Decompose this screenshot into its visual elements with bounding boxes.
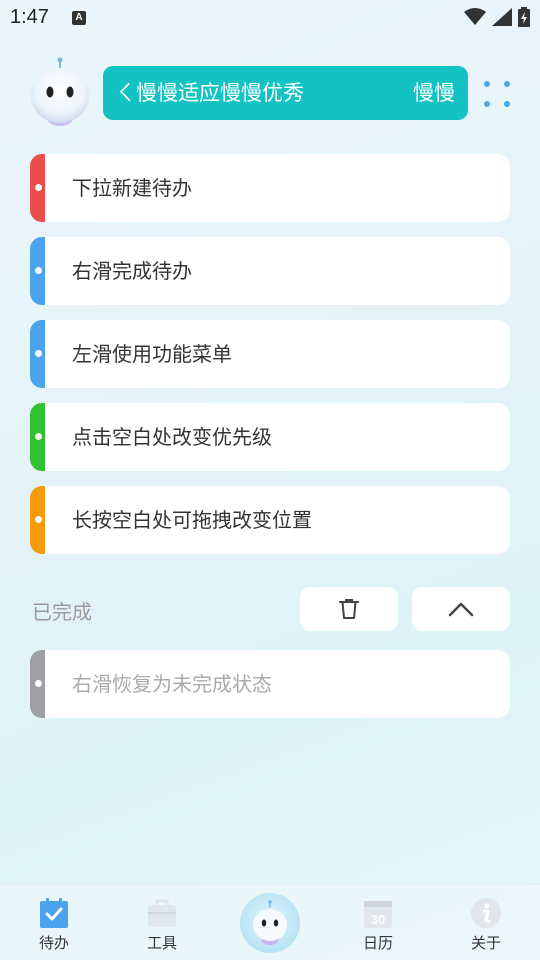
priority-dot [35,350,42,357]
nav-item-todo[interactable]: 待办 [14,885,94,960]
todo-item[interactable]: 右滑完成待办 [30,237,510,305]
collapse-completed-button[interactable] [412,587,510,631]
nav-label: 待办 [38,934,69,952]
todo-text: 长按空白处可拖拽改变位置 [72,508,312,532]
nav-item-calendar[interactable]: 30 日历 [338,885,418,960]
priority-dot [35,680,42,687]
todo-check-icon [40,898,68,928]
todo-text: 下拉新建待办 [72,176,192,200]
priority-dot [35,267,42,274]
calendar-day-text: 30 [371,912,385,927]
todo-item[interactable]: 左滑使用功能菜单 [30,320,510,388]
completed-label: 已完成 [32,600,92,624]
priority-dot [35,433,42,440]
completed-text: 右滑恢复为未完成状态 [72,672,272,696]
nav-item-about[interactable]: 关于 [446,885,526,960]
todo-text: 左滑使用功能菜单 [72,342,232,366]
status-icons [464,7,530,27]
clear-completed-button[interactable] [300,587,398,631]
banner-text: ㄑ慢慢适应慢慢优秀 [115,81,304,105]
wifi-icon [464,8,486,25]
robot-mascot-icon [253,900,287,945]
toolbox-icon [148,899,176,927]
battery-icon [518,7,530,27]
signal-icon [492,8,512,26]
motto-banner[interactable]: ㄑ慢慢适应慢慢优秀 慢慢 [103,66,468,120]
calendar-icon: 30 [364,901,392,928]
banner-text-repeat: 慢慢 [413,81,455,105]
nav-item-mascot[interactable] [240,893,300,953]
four-dots-icon[interactable] [480,77,514,111]
todo-text: 右滑完成待办 [72,259,192,283]
nav-label: 关于 [470,934,501,952]
status-bar: 1:47 A [0,0,540,36]
priority-dot [35,516,42,523]
todo-item[interactable]: 点击空白处改变优先级 [30,403,510,471]
info-icon [471,898,501,928]
nav-item-tools[interactable]: 工具 [122,885,202,960]
notification-icon: A [72,11,86,25]
nav-label: 日历 [362,934,393,952]
todo-item[interactable]: 下拉新建待办 [30,154,510,222]
todo-text: 点击空白处改变优先级 [72,425,272,449]
status-time: 1:47 [10,6,49,28]
nav-label: 工具 [146,934,177,952]
bottom-nav: 待办 工具 30 日历 关于 [0,884,540,960]
chevron-up-icon [448,602,474,617]
trash-icon [339,599,359,619]
robot-mascot-icon[interactable] [28,56,92,128]
completed-item[interactable]: 右滑恢复为未完成状态 [30,650,510,718]
priority-dot [35,184,42,191]
todo-item[interactable]: 长按空白处可拖拽改变位置 [30,486,510,554]
